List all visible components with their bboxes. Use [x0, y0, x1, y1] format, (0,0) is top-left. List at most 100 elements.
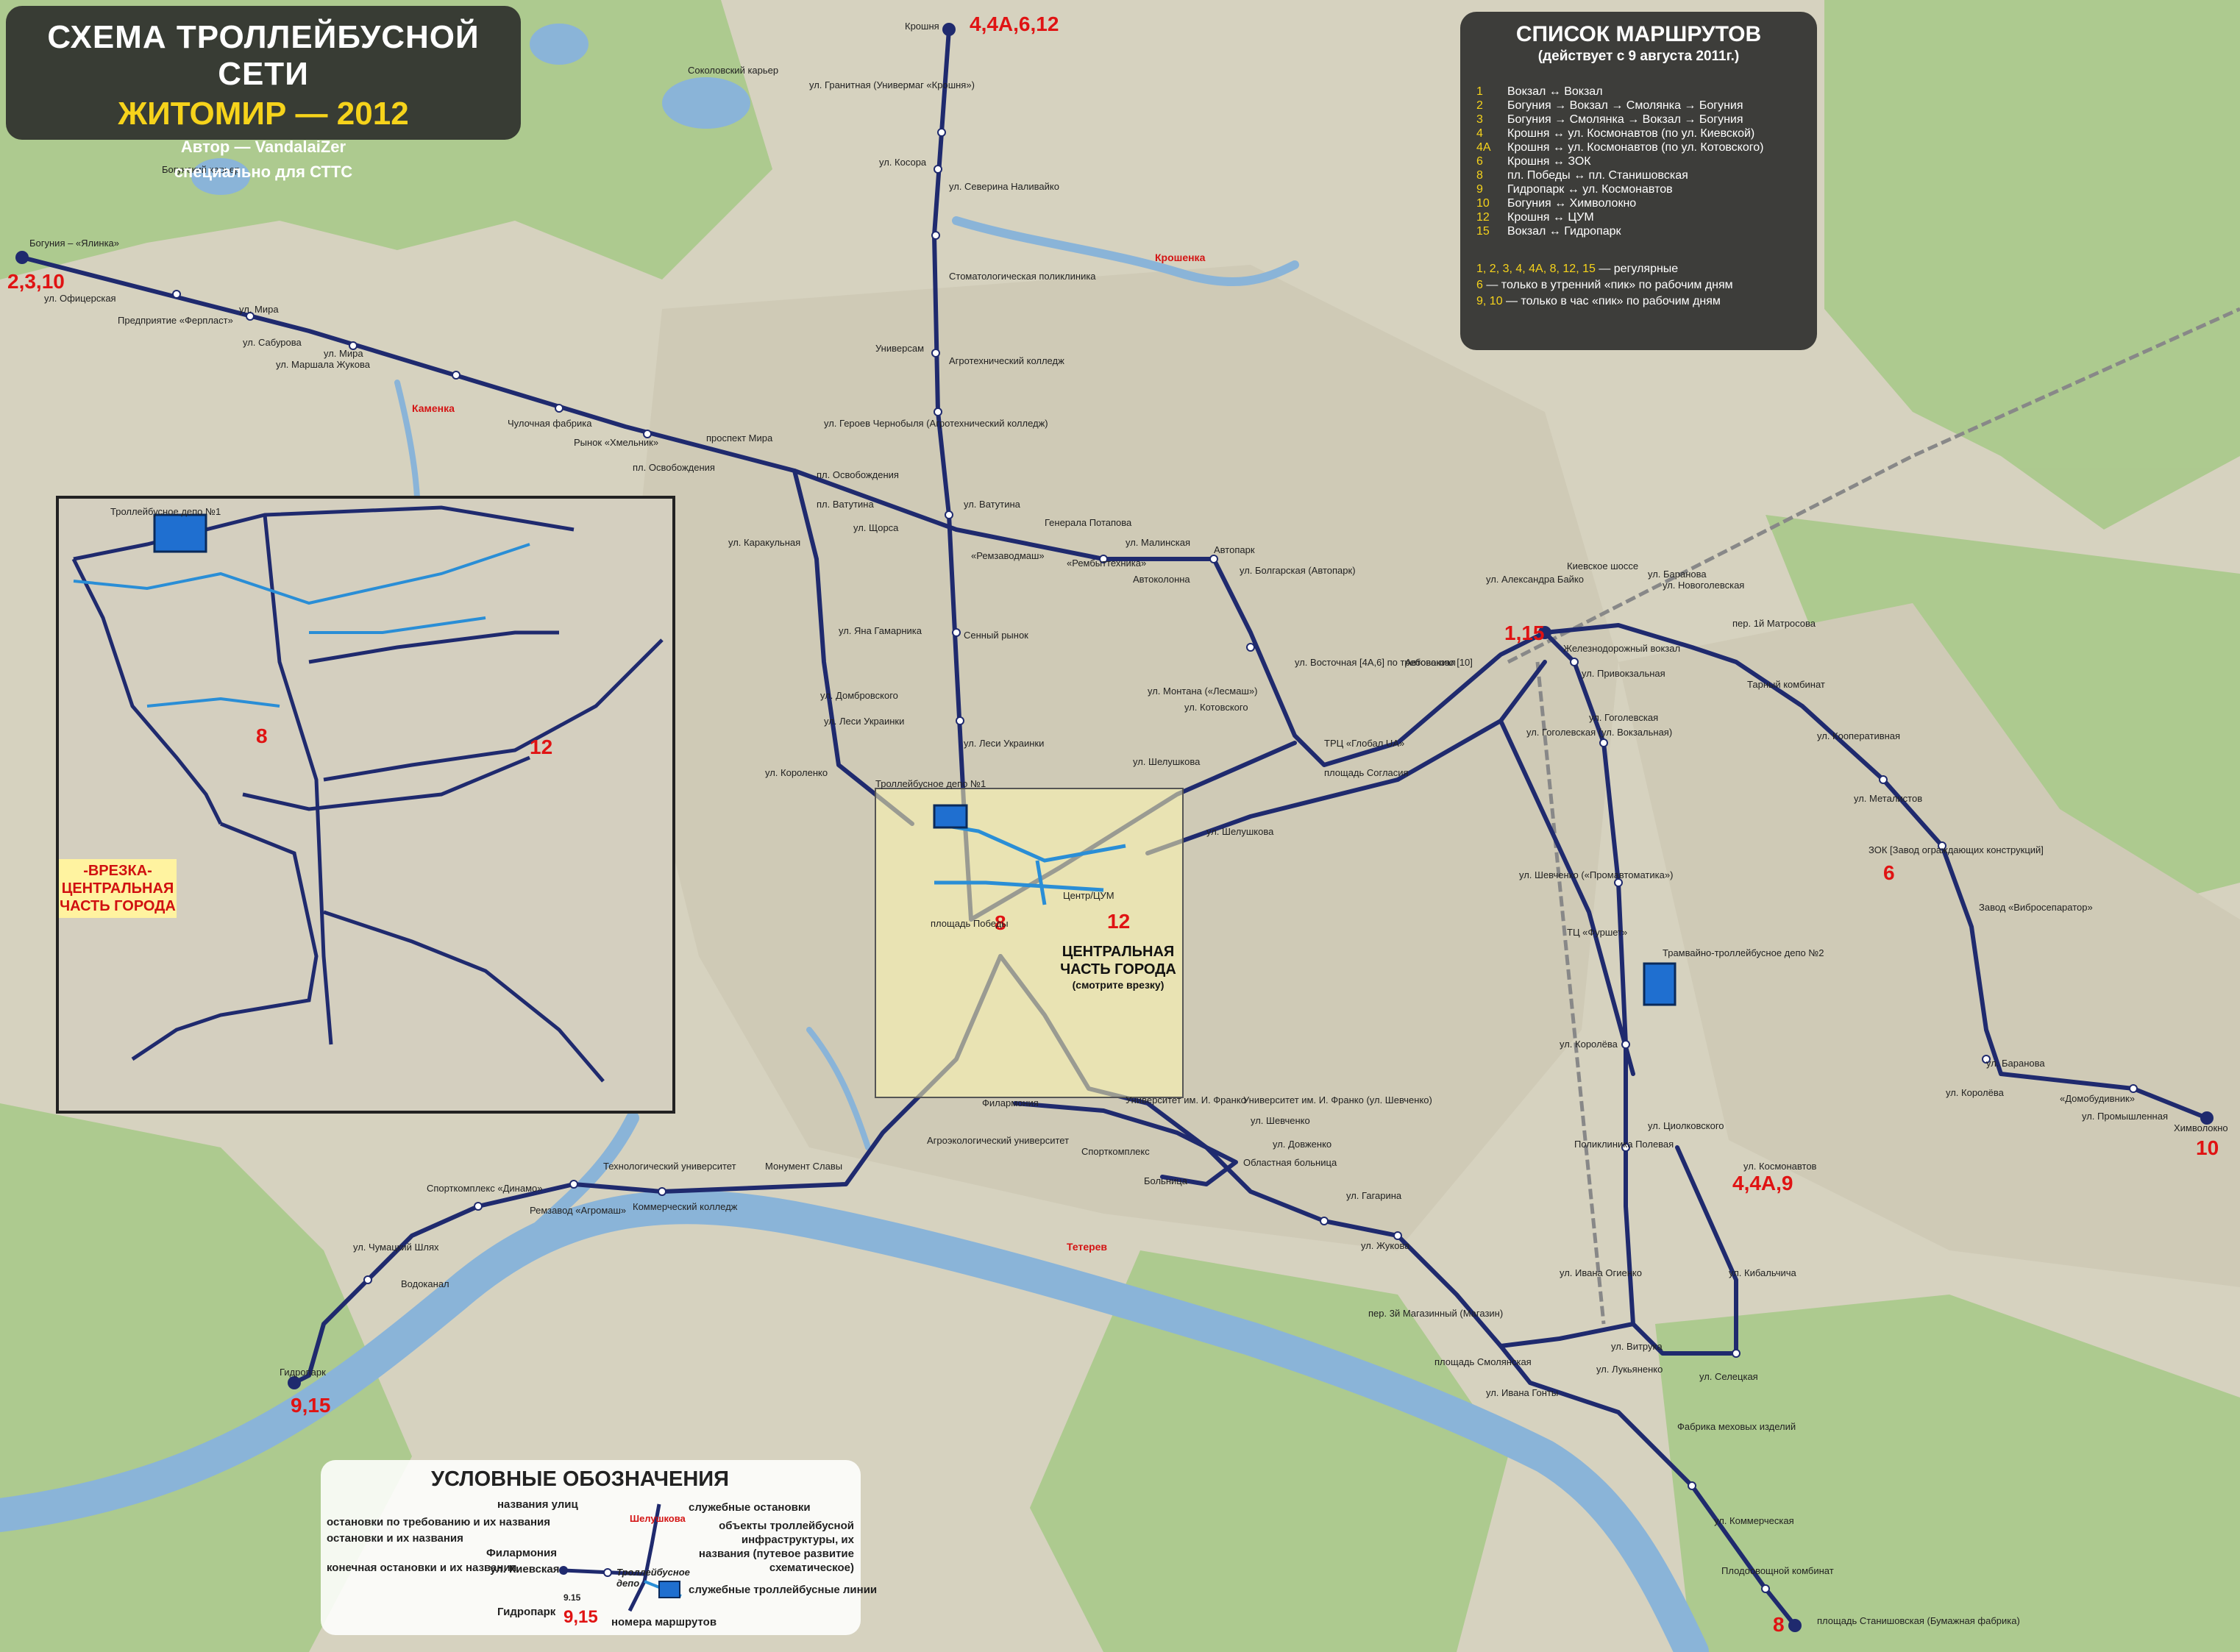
svg-text:ул. Малинская: ул. Малинская	[1126, 537, 1190, 548]
svg-text:Соколовский карьер: Соколовский карьер	[688, 65, 778, 76]
svg-text:ул. Новоголевская: ул. Новоголевская	[1663, 580, 1744, 591]
svg-text:Плодоовощной комбинат: Плодоовощной комбинат	[1721, 1565, 1834, 1576]
route-row: 9 Гидропарк ↔ ул. Космонавтов	[1476, 183, 1673, 196]
svg-text:ул. Котовского: ул. Котовского	[1184, 702, 1248, 713]
route-row: 8 пл. Победы ↔ пл. Станишовская	[1476, 169, 1688, 182]
svg-text:Крошня: Крошня	[905, 21, 939, 32]
svg-text:Спорткомплекс: Спорткомплекс	[1081, 1146, 1150, 1157]
legend-request-stops: остановки по требованию и их названия	[327, 1516, 550, 1528]
svg-text:ул. Гранитная (Универмаг «Крош: ул. Гранитная (Универмаг «Крошня»)	[809, 79, 975, 90]
svg-text:Автопарк: Автопарк	[1214, 544, 1255, 555]
badge-zok: 6	[1883, 861, 1895, 884]
inset-map: Троллейбусное депо №1 8 12	[56, 496, 675, 1114]
route-row: 3 Богуния → Смолянка → Вокзал → Богуния	[1476, 113, 1743, 126]
badge-khimvolokno: 10	[2196, 1136, 2219, 1159]
svg-text:Богуния – «Ялинка»: Богуния – «Ялинка»	[29, 238, 119, 249]
legend-service-lines: служебные троллейбусные линии	[689, 1584, 878, 1596]
legend-service-stops: служебные остановки	[689, 1501, 811, 1514]
svg-text:ул. Баранова: ул. Баранова	[1986, 1058, 2045, 1069]
svg-text:ул. Маршала Жукова: ул. Маршала Жукова	[276, 359, 371, 370]
svg-text:ЗОК [Завод ограждающих констру: ЗОК [Завод ограждающих конструкций]	[1869, 844, 2044, 855]
badge-center: 12	[1107, 910, 1130, 933]
legend-sample-street: Шелушкова	[630, 1513, 686, 1524]
svg-text:площадь Смолянская: площадь Смолянская	[1434, 1356, 1532, 1367]
svg-text:Железнодорожный вокзал: Железнодорожный вокзал	[1563, 643, 1680, 654]
svg-text:«Ремзаводмаш»: «Ремзаводмаш»	[971, 550, 1045, 561]
route-row: 4 Крошня ↔ ул. Космонавтов (по ул. Киевск…	[1476, 127, 1755, 140]
badge-kroshnya: 4,4А,6,12	[970, 13, 1059, 35]
svg-text:ул. Космонавтов: ул. Космонавтов	[1743, 1161, 1817, 1172]
svg-text:ул. Офицерская: ул. Офицерская	[44, 293, 116, 304]
svg-text:Универсам: Универсам	[875, 343, 924, 354]
badge-bogunia: 2,3,10	[7, 270, 65, 293]
route-row: 6 Крошня ↔ ЗОК	[1476, 155, 1591, 168]
svg-text:ул. Леси Украинки: ул. Леси Украинки	[824, 716, 904, 727]
svg-text:ТЦ «Фуршет»: ТЦ «Фуршет»	[1567, 927, 1627, 938]
legend-sample-routes: 9,15	[563, 1607, 598, 1627]
svg-text:ул. Шевченко: ул. Шевченко	[1251, 1115, 1310, 1126]
svg-text:Монумент Славы: Монумент Славы	[765, 1161, 842, 1172]
svg-text:ул. Жукова: ул. Жукова	[1361, 1240, 1410, 1251]
legend-stops: остановки и их названия	[327, 1532, 463, 1545]
depot-1	[933, 804, 968, 829]
routes-notes: 1, 2, 3, 4, 4А, 8, 12, 15 — регулярные 6…	[1476, 263, 1733, 307]
legend-sample-depot: Троллейбусное депо	[616, 1567, 690, 1589]
svg-text:ул. Щорса: ул. Щорса	[853, 522, 899, 533]
routes-list-panel: СПИСОК МАРШРУТОВ (действует с 9 августа …	[1460, 12, 1817, 350]
svg-text:площадь Согласия: площадь Согласия	[1324, 767, 1409, 778]
svg-text:Университет им. И. Франко (ул.: Университет им. И. Франко (ул. Шевченко)	[1243, 1094, 1432, 1106]
svg-text:Областная больница: Областная больница	[1243, 1157, 1337, 1168]
svg-text:ул. Гагарина: ул. Гагарина	[1346, 1190, 1402, 1201]
svg-text:ул. Металистов: ул. Металистов	[1854, 793, 1922, 804]
svg-text:площадь Станишовская (Бумажная: площадь Станишовская (Бумажная фабрика)	[1817, 1615, 2020, 1626]
svg-text:ул. Сабурова: ул. Сабурова	[243, 337, 302, 348]
routes-subheading: (действует с 9 августа 2011г.)	[1537, 49, 1740, 64]
svg-text:Рынок «Хмельник»: Рынок «Хмельник»	[574, 437, 658, 448]
svg-text:ул. Витрука: ул. Витрука	[1611, 1341, 1663, 1352]
depot-2	[1643, 962, 1677, 1006]
svg-text:Фабрика меховых изделий: Фабрика меховых изделий	[1677, 1421, 1796, 1432]
svg-text:ул. Косора: ул. Косора	[879, 157, 927, 168]
svg-text:ул. Ватутина: ул. Ватутина	[964, 499, 1021, 510]
svg-text:ул. Болгарская (Автопарк): ул. Болгарская (Автопарк)	[1240, 565, 1356, 576]
svg-text:ул. Гоголевская (ул. Вокзальна: ул. Гоголевская (ул. Вокзальная)	[1526, 727, 1672, 738]
svg-text:Спорткомплекс «Динамо»: Спорткомплекс «Динамо»	[427, 1183, 542, 1194]
svg-text:«Рембыттехника»: «Рембыттехника»	[1067, 558, 1146, 569]
svg-text:Каменка: Каменка	[412, 402, 455, 414]
svg-text:ул. Кооперативная: ул. Кооперативная	[1817, 730, 1900, 741]
inset-badge-center: 12	[530, 736, 552, 758]
svg-text:Гидропарк: Гидропарк	[280, 1367, 326, 1378]
svg-text:ул. Александра Байко: ул. Александра Байко	[1486, 574, 1584, 585]
inset-label: -ВРЕЗКА- ЦЕНТРАЛЬНАЯ ЧАСТЬ ГОРОДА	[59, 859, 177, 918]
badge-stanishovskaya: 8	[1773, 1613, 1785, 1636]
badge-kosmonavtov: 4,4А,9	[1732, 1172, 1793, 1195]
routes-table: 1 Вокзал ↔ Вокзал 2 Богуния → Вокзал → Смо…	[1476, 85, 1769, 239]
svg-text:Сенный рынок: Сенный рынок	[964, 630, 1028, 641]
svg-text:пер. 1й Матросова: пер. 1й Матросова	[1732, 618, 1816, 629]
svg-text:Тетерев: Тетерев	[1067, 1241, 1107, 1253]
svg-text:Поликлиника Полевая: Поликлиника Полевая	[1574, 1139, 1674, 1150]
svg-text:Киевское шоссе: Киевское шоссе	[1567, 560, 1638, 572]
svg-text:ул. Шелушкова: ул. Шелушкова	[1133, 756, 1201, 767]
svg-text:ул. Яна Гамарника: ул. Яна Гамарника	[839, 625, 922, 636]
map-credit: специально для СТТС	[174, 163, 353, 181]
svg-text:Центр/ЦУМ: Центр/ЦУМ	[1063, 890, 1114, 901]
svg-text:ул. Монтана («Лесмаш»): ул. Монтана («Лесмаш»)	[1148, 686, 1257, 697]
svg-text:Химволокно: Химволокно	[2174, 1122, 2228, 1133]
legend-panel: УСЛОВНЫЕ ОБОЗНАЧЕНИЯ названия улиц остан…	[321, 1460, 877, 1635]
central-area-title3: (смотрите врезку)	[1073, 979, 1165, 991]
inset-label-line2: ЦЕНТРАЛЬНАЯ	[61, 880, 174, 897]
city-map: ЦЕНТРАЛЬНАЯ ЧАСТЬ ГОРОДА (смотрите врезк…	[0, 0, 2240, 1652]
svg-text:ул. Чумацкий Шлях: ул. Чумацкий Шлях	[353, 1242, 439, 1253]
svg-text:пер. 3й Магазинный (Магазин): пер. 3й Магазинный (Магазин)	[1368, 1308, 1503, 1319]
svg-text:ул. Короленко: ул. Короленко	[765, 767, 828, 778]
legend-heading: УСЛОВНЫЕ ОБОЗНАЧЕНИЯ	[431, 1467, 729, 1491]
map-author: Автор — VandalaiZer	[180, 138, 346, 156]
legend-sample-terminal: Гидропарк	[497, 1606, 556, 1618]
svg-text:ул. Северина Наливайко: ул. Северина Наливайко	[949, 181, 1059, 192]
route-row: 4А Крошня ↔ ул. Космонавтов (по ул. Котов…	[1476, 141, 1764, 154]
svg-text:Троллейбусное депо №1: Троллейбусное депо №1	[875, 778, 986, 789]
svg-text:ул. Ивана Огиенко: ул. Ивана Огиенко	[1560, 1267, 1642, 1278]
svg-text:ул. Лукьяненко: ул. Лукьяненко	[1596, 1364, 1663, 1375]
svg-text:Завод «Вибросепаратор»: Завод «Вибросепаратор»	[1979, 902, 2093, 913]
